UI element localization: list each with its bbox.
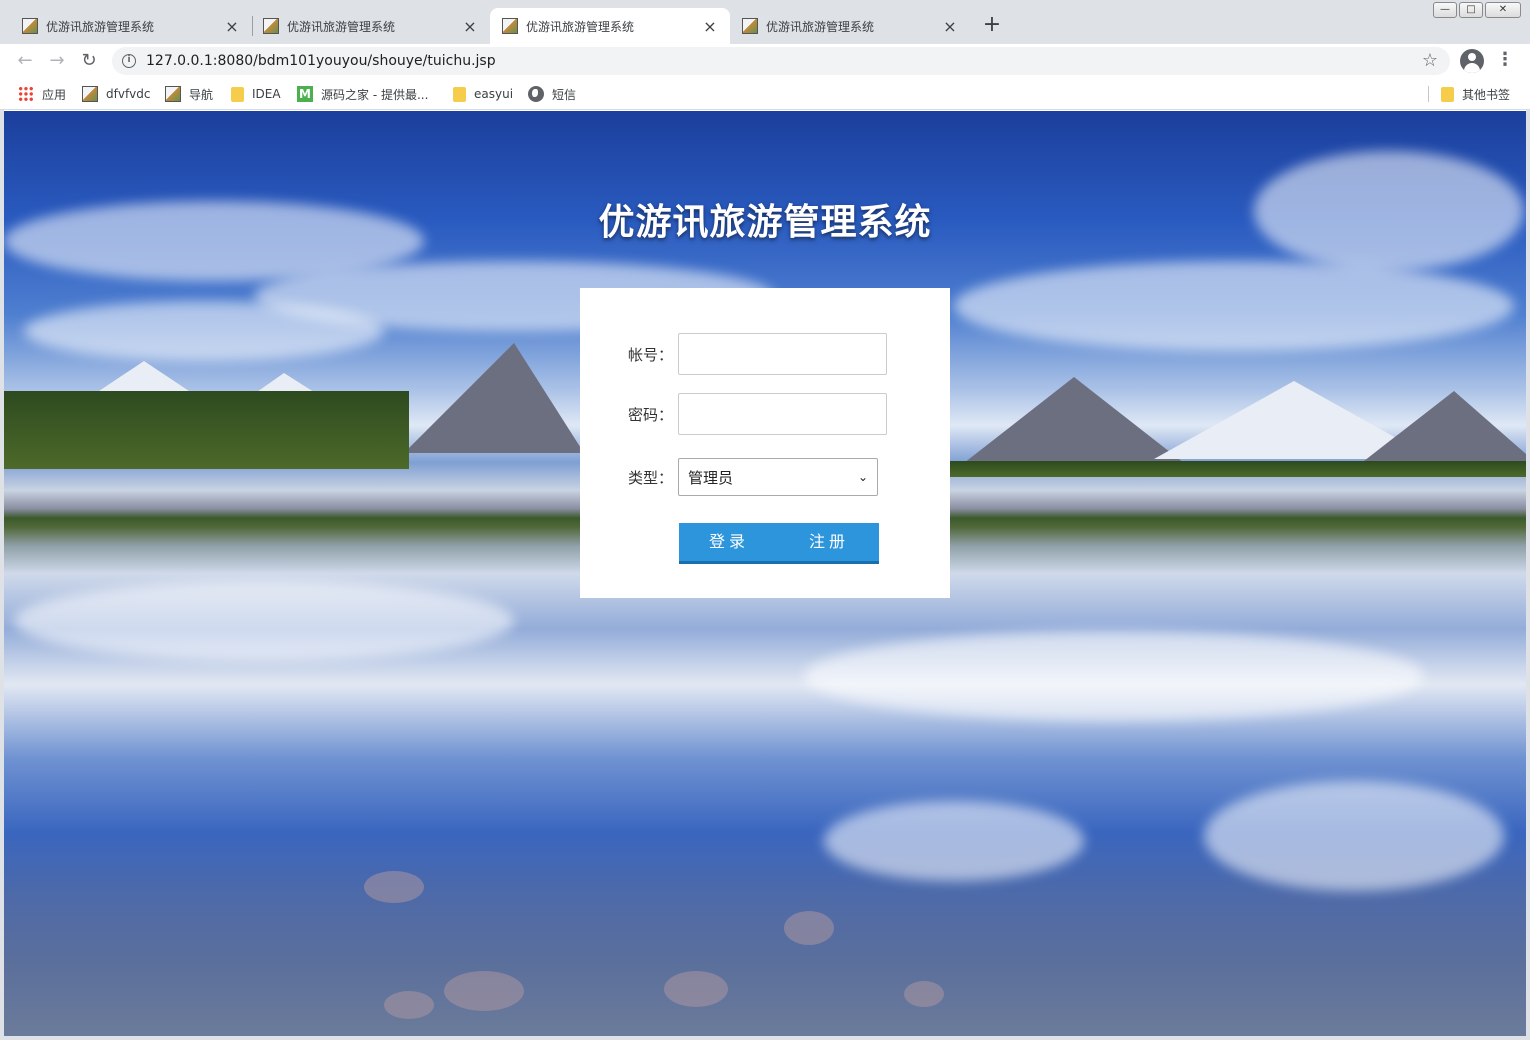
page-favicon-icon xyxy=(502,18,518,34)
tab-title: 优游讯旅游管理系统 xyxy=(766,19,875,34)
tab-title: 优游讯旅游管理系统 xyxy=(526,19,635,34)
maximize-button[interactable]: □ xyxy=(1459,2,1483,18)
account-label: 帐号： xyxy=(628,345,674,364)
close-tab-icon[interactable]: × xyxy=(942,17,958,36)
bookmark-label: IDEA xyxy=(252,87,281,101)
bookmark-idea[interactable]: IDEA xyxy=(231,85,281,103)
bookmark-label: 其他书签 xyxy=(1462,87,1511,102)
bookmark-label: easyui xyxy=(474,87,514,101)
page-favicon-icon xyxy=(22,18,38,34)
account-row: 帐号： xyxy=(628,333,887,375)
bookmark-label: 应用 xyxy=(42,87,67,102)
browser-tab-1[interactable]: 优游讯旅游管理系统 × xyxy=(0,8,252,44)
bookmark-label: 源码之家 - 提供最... xyxy=(321,87,429,102)
user-type-select[interactable]: 管理员 ⌄ xyxy=(678,458,878,496)
page-favicon-icon xyxy=(742,18,758,34)
browser-toolbar: ← → ↻ i 127.0.0.1:8080/bdm101youyou/shou… xyxy=(0,44,1530,78)
bookmark-sms[interactable]: 短信 xyxy=(528,85,576,103)
folder-icon xyxy=(1441,86,1454,102)
tab-strip: 优游讯旅游管理系统 × 优游讯旅游管理系统 × 优游讯旅游管理系统 × 优游讯旅… xyxy=(0,0,1530,44)
image-icon xyxy=(82,86,98,102)
close-tab-icon[interactable]: × xyxy=(702,17,718,36)
globe-icon xyxy=(528,86,544,102)
type-label: 类型： xyxy=(628,468,674,487)
forward-button[interactable]: → xyxy=(46,50,68,72)
password-label: 密码： xyxy=(628,405,674,424)
new-tab-button[interactable]: + xyxy=(980,12,1004,40)
tab-title: 优游讯旅游管理系统 xyxy=(46,19,155,34)
m-icon: M xyxy=(297,86,313,102)
profile-avatar-icon[interactable] xyxy=(1460,49,1484,73)
tab-title: 优游讯旅游管理系统 xyxy=(287,19,396,34)
address-bar[interactable]: i 127.0.0.1:8080/bdm101youyou/shouye/tui… xyxy=(112,47,1450,75)
chevron-down-icon: ⌄ xyxy=(857,470,868,484)
site-info-icon[interactable]: i xyxy=(122,54,136,68)
bookmark-label: dfvfvdc xyxy=(106,87,151,101)
bookmark-separator xyxy=(1428,86,1429,102)
bookmark-label: 导航 xyxy=(189,87,214,102)
window-frame-bottom xyxy=(0,1036,1530,1040)
page-favicon-icon xyxy=(263,18,279,34)
bookmarks-bar: 应用 dfvfvdc 导航 IDEA M 源码之家 - 提供最... easyu… xyxy=(0,78,1530,110)
bookmark-dfvfvdc[interactable]: dfvfvdc xyxy=(82,85,150,103)
register-button[interactable]: 注册 xyxy=(779,523,879,564)
close-tab-icon[interactable]: × xyxy=(224,17,240,36)
reload-button[interactable]: ↻ xyxy=(78,50,100,72)
url-text[interactable]: 127.0.0.1:8080/bdm101youyou/shouye/tuich… xyxy=(146,53,496,69)
bookmark-label: 短信 xyxy=(552,87,577,102)
other-bookmarks[interactable]: 其他书签 xyxy=(1441,85,1510,103)
bookmark-apps[interactable]: 应用 xyxy=(18,85,66,103)
bookmark-star-icon[interactable]: ☆ xyxy=(1422,50,1438,71)
login-button[interactable]: 登录 xyxy=(679,523,779,564)
bookmark-easyui[interactable]: easyui xyxy=(453,85,513,103)
close-window-button[interactable]: ✕ xyxy=(1485,2,1521,18)
password-input[interactable] xyxy=(678,393,887,435)
type-row: 类型： 管理员 ⌄ xyxy=(628,458,878,496)
bookmark-nav[interactable]: 导航 xyxy=(165,85,213,103)
window-frame-left xyxy=(0,110,4,1040)
back-button[interactable]: ← xyxy=(14,50,36,72)
page-viewport: 优游讯旅游管理系统 帐号： 密码： 类型： 管理员 ⌄ 登录 注册 xyxy=(4,111,1526,1036)
browser-tab-3-active[interactable]: 优游讯旅游管理系统 × xyxy=(490,8,730,44)
browser-tab-4[interactable]: 优游讯旅游管理系统 × xyxy=(730,8,970,44)
password-row: 密码： xyxy=(628,393,887,435)
browser-menu-icon[interactable]: ⋮ xyxy=(1496,50,1514,72)
page-title: 优游讯旅游管理系统 xyxy=(598,202,932,243)
bookmark-yuanma[interactable]: M 源码之家 - 提供最... xyxy=(297,85,428,103)
window-frame-right xyxy=(1526,110,1530,1040)
login-form: 帐号： 密码： 类型： 管理员 ⌄ 登录 注册 xyxy=(580,288,950,598)
image-icon xyxy=(165,86,181,102)
user-type-selected: 管理员 xyxy=(688,468,734,487)
apps-icon xyxy=(18,86,34,102)
minimize-button[interactable]: — xyxy=(1433,2,1457,18)
browser-tab-2[interactable]: 优游讯旅游管理系统 × xyxy=(253,8,490,44)
account-input[interactable] xyxy=(678,333,887,375)
folder-icon xyxy=(453,86,466,102)
close-tab-icon[interactable]: × xyxy=(462,17,478,36)
folder-icon xyxy=(231,86,244,102)
